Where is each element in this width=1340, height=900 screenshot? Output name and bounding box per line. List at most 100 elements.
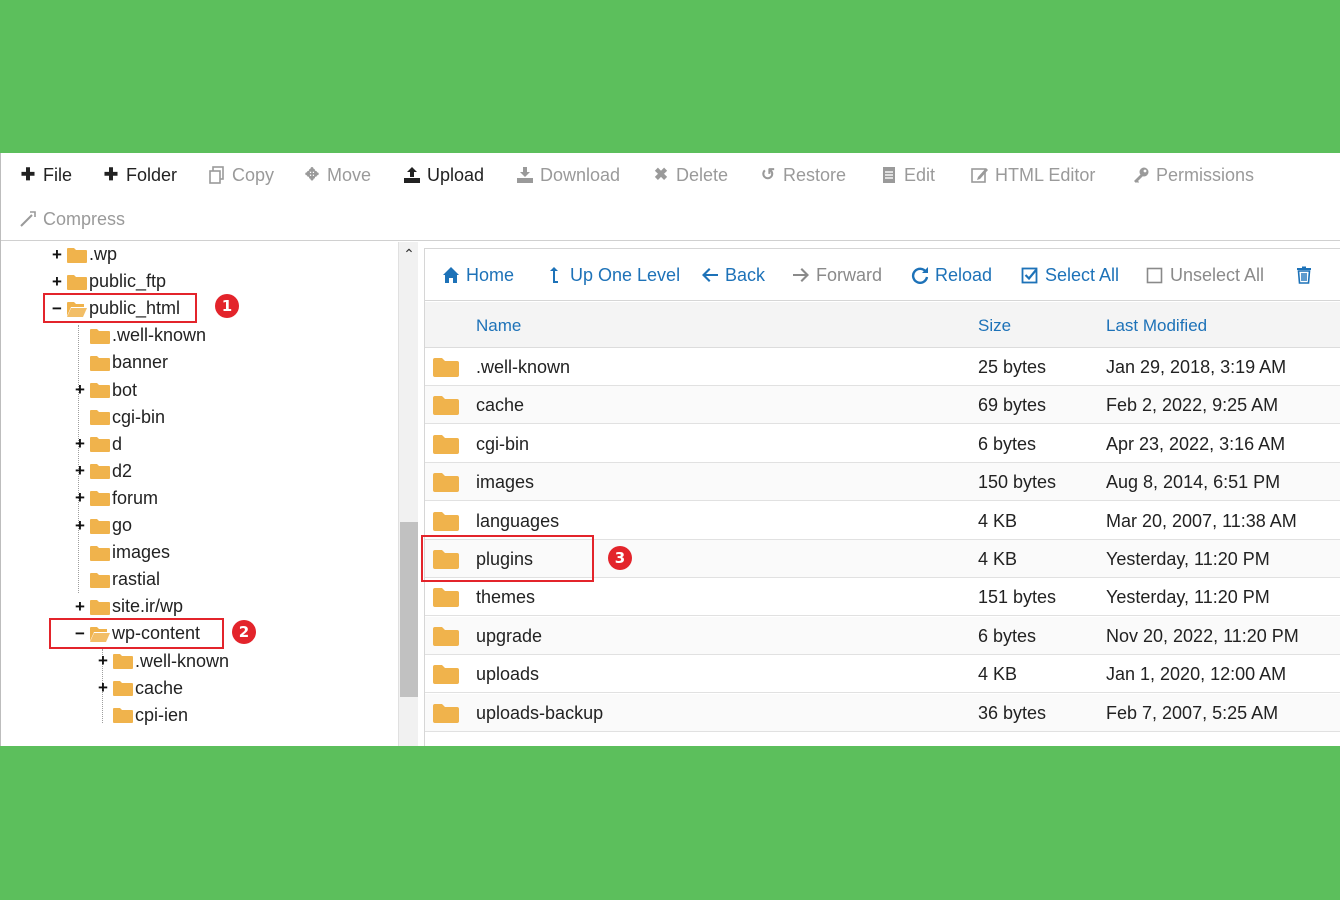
callout-badge-2: 2 bbox=[232, 620, 256, 644]
table-row[interactable]: cgi-bin 6 bytes Apr 23, 2022, 3:16 AM bbox=[425, 425, 1340, 463]
file-size-cell: 36 bytes bbox=[978, 702, 1047, 723]
copy-button[interactable]: Copy bbox=[208, 160, 274, 190]
tree-item[interactable]: + d bbox=[73, 432, 122, 457]
scrollbar-thumb[interactable] bbox=[400, 522, 418, 697]
move-arrows-icon: ✥ bbox=[304, 165, 320, 184]
reload-button[interactable]: Reload bbox=[911, 261, 992, 289]
forward-button[interactable]: Forward bbox=[792, 261, 882, 289]
last-modified-cell: Yesterday, 11:20 PM bbox=[1106, 549, 1270, 569]
folder-icon bbox=[90, 463, 110, 480]
last-modified-cell: Yesterday, 11:20 PM bbox=[1106, 587, 1270, 608]
file-name-cell: .well-known bbox=[476, 357, 571, 377]
tree-item-label: cache bbox=[135, 677, 184, 698]
html-editor-button[interactable]: HTML Editor bbox=[971, 160, 1095, 190]
callout-badge-1: 1 bbox=[215, 294, 239, 318]
tree-item[interactable]: .well-known bbox=[73, 323, 206, 348]
table-row[interactable]: images 150 bytes Aug 8, 2014, 6:51 PM bbox=[425, 463, 1340, 502]
folder-icon bbox=[90, 382, 110, 398]
folder-icon bbox=[433, 703, 459, 723]
file-size-cell: 150 bytes bbox=[978, 472, 1057, 493]
expand-icon[interactable]: + bbox=[73, 516, 87, 536]
tree-item[interactable]: rastial bbox=[73, 567, 160, 592]
expand-icon[interactable]: + bbox=[73, 461, 87, 481]
expand-icon[interactable]: + bbox=[50, 245, 64, 265]
unselect-all-button[interactable]: Unselect All bbox=[1146, 261, 1264, 289]
copy-icon bbox=[208, 166, 226, 184]
folder-icon bbox=[433, 626, 459, 646]
file-name-cell: images bbox=[476, 472, 535, 493]
select-all-button[interactable]: Select All bbox=[1021, 261, 1119, 289]
upload-button[interactable]: Upload bbox=[403, 160, 484, 190]
tree-item[interactable]: cpi-ien bbox=[96, 703, 188, 728]
expand-icon[interactable]: + bbox=[96, 678, 110, 698]
expand-icon[interactable]: + bbox=[50, 272, 64, 292]
table-row[interactable]: upgrade 6 bytes Nov 20, 2022, 11:20 PM bbox=[425, 616, 1340, 655]
plus-icon: ✚ bbox=[20, 165, 36, 184]
tree-item[interactable]: banner bbox=[73, 350, 168, 375]
folder-icon bbox=[113, 653, 133, 669]
file-manager-window: ✚ File ✚ Folder Copy ✥ Move Upload Downl… bbox=[0, 153, 1340, 746]
folder-icon bbox=[433, 511, 459, 531]
tree-scrollbar[interactable]: ⌃ bbox=[398, 242, 418, 746]
chevron-up-icon[interactable]: ⌃ bbox=[399, 244, 419, 264]
undo-icon: ↺ bbox=[760, 165, 776, 184]
new-file-button[interactable]: ✚ File bbox=[19, 160, 72, 190]
tree-item-label: .well-known bbox=[112, 325, 207, 346]
folder-icon bbox=[90, 545, 110, 561]
tree-item[interactable]: + forum bbox=[73, 486, 158, 511]
tree-item[interactable]: + go bbox=[73, 513, 132, 538]
column-header-size[interactable]: Size bbox=[978, 316, 1011, 336]
folder-icon bbox=[113, 707, 133, 724]
column-header-last-modified[interactable]: Last Modified bbox=[1106, 316, 1207, 336]
tree-item-label: forum bbox=[112, 487, 159, 508]
expand-icon[interactable]: + bbox=[73, 597, 87, 617]
restore-button[interactable]: ↺ Restore bbox=[759, 160, 846, 190]
file-size-cell: 4 KB bbox=[978, 549, 1018, 569]
back-button[interactable]: Back bbox=[701, 261, 765, 289]
tree-item-label: bot bbox=[112, 379, 138, 400]
trash-button[interactable] bbox=[1295, 261, 1313, 289]
permissions-button[interactable]: Permissions bbox=[1132, 160, 1254, 190]
move-button[interactable]: ✥ Move bbox=[303, 160, 371, 190]
expand-icon[interactable]: + bbox=[96, 651, 110, 671]
folder-icon bbox=[90, 328, 110, 344]
last-modified-cell: Apr 23, 2022, 3:16 AM bbox=[1106, 433, 1286, 454]
table-row[interactable]: languages 4 KB Mar 20, 2007, 11:38 AM bbox=[425, 502, 1340, 540]
last-modified-cell: Aug 8, 2014, 6:51 PM bbox=[1106, 472, 1281, 493]
empty-box-icon bbox=[1146, 267, 1163, 284]
column-header-name[interactable]: Name bbox=[476, 316, 521, 336]
tree-item[interactable]: + public_ftp bbox=[50, 269, 166, 294]
file-size-cell: 4 KB bbox=[978, 510, 1018, 531]
home-button[interactable]: Home bbox=[442, 261, 514, 289]
tree-item-label: d bbox=[112, 433, 123, 454]
new-folder-button[interactable]: ✚ Folder bbox=[102, 160, 177, 190]
tree-item[interactable]: + cache bbox=[96, 676, 183, 701]
last-modified-cell: Feb 2, 2022, 9:25 AM bbox=[1106, 395, 1279, 416]
expand-icon[interactable]: + bbox=[73, 380, 87, 400]
table-row[interactable]: cache 69 bytes Feb 2, 2022, 9:25 AM bbox=[425, 386, 1340, 425]
table-row[interactable]: uploads 4 KB Jan 1, 2020, 12:00 AM bbox=[425, 655, 1340, 694]
expand-icon[interactable]: + bbox=[73, 434, 87, 454]
tree-item[interactable]: + d2 bbox=[73, 459, 132, 484]
tree-item[interactable]: cgi-bin bbox=[73, 405, 165, 430]
edit-button[interactable]: Edit bbox=[880, 160, 935, 190]
expand-icon[interactable]: + bbox=[73, 488, 87, 508]
tree-item-label: .well-known bbox=[135, 650, 230, 671]
download-button[interactable]: Download bbox=[516, 160, 620, 190]
delete-button[interactable]: ✖ Delete bbox=[652, 160, 728, 190]
tree-item[interactable]: + .wp bbox=[50, 242, 117, 267]
table-row[interactable]: .well-known 25 bytes Jan 29, 2018, 3:19 AM bbox=[425, 348, 1340, 386]
tree-item[interactable]: images bbox=[73, 540, 170, 565]
up-one-level-button[interactable]: Up One Level bbox=[546, 261, 680, 289]
tree-item[interactable]: + bot bbox=[73, 378, 137, 403]
arrow-left-icon bbox=[702, 268, 718, 282]
tree-item-label: images bbox=[112, 542, 171, 563]
compress-button[interactable]: Compress bbox=[19, 204, 125, 234]
file-size-cell: 6 bytes bbox=[978, 625, 1037, 646]
table-row[interactable]: themes 151 bytes Yesterday, 11:20 PM bbox=[425, 578, 1340, 617]
table-row[interactable]: uploads-backup 36 bytes Feb 7, 2007, 5:25 … bbox=[425, 693, 1340, 732]
tree-item[interactable]: + site.ir/wp bbox=[73, 594, 183, 619]
tree-item-label: rastial bbox=[112, 569, 161, 590]
home-icon bbox=[443, 267, 459, 283]
tree-item[interactable]: + .well-known bbox=[96, 649, 229, 674]
